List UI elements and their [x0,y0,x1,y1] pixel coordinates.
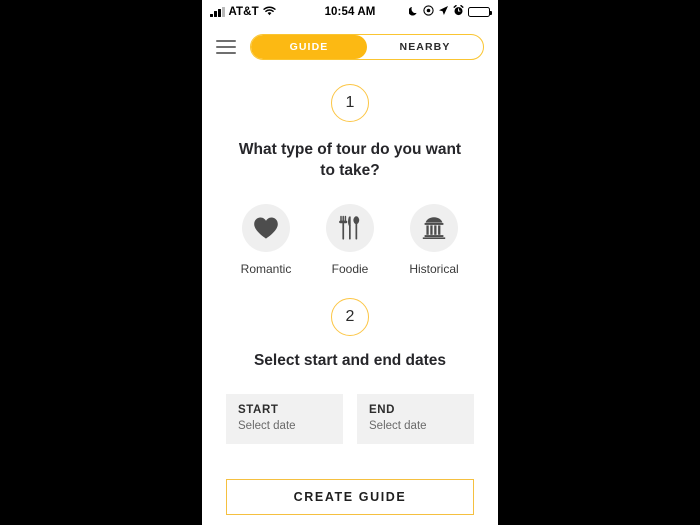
status-bar-left: AT&T [210,6,325,19]
tour-type-label: Romantic [240,261,292,276]
rotation-lock-icon [423,5,434,19]
cutlery-icon [326,203,374,252]
tour-type-historical[interactable]: Historical [396,203,472,276]
tour-type-options: Romantic Foodie Historical [222,203,478,276]
tour-type-foodie[interactable]: Foodie [312,203,388,276]
phone-screen: AT&T 10:54 AM GUIDE NEARBY 1 What type o… [202,0,498,525]
view-mode-segmented-control: GUIDE NEARBY [250,34,484,60]
start-date-value: Select date [238,419,296,432]
heart-icon [242,203,290,252]
screenshot-stage: AT&T 10:54 AM GUIDE NEARBY 1 What type o… [0,0,700,525]
signal-bars-icon [210,6,225,17]
start-date-label: START [238,403,279,416]
classical-building-icon [410,203,458,252]
step-two-heading: Select start and end dates [253,351,447,369]
ios-status-bar: AT&T 10:54 AM [202,0,498,24]
wifi-icon [263,6,276,19]
step-badge-1: 1 [331,84,369,122]
create-guide-button[interactable]: CREATE GUIDE [226,479,474,515]
main-content: 1 What type of tour do you want to take?… [202,70,498,525]
tab-guide[interactable]: GUIDE [251,35,367,59]
end-date-value: Select date [369,419,427,432]
tour-type-label: Historical [409,261,459,276]
tab-nearby[interactable]: NEARBY [367,35,483,59]
alarm-clock-icon [453,4,464,19]
end-date-label: END [369,403,396,416]
hamburger-menu-icon[interactable] [216,40,236,54]
date-range-inputs: START Select date END Select date [222,393,478,444]
tour-type-romantic[interactable]: Romantic [228,203,304,276]
status-bar-right [375,4,492,19]
top-navigation-bar: GUIDE NEARBY [202,24,498,70]
moon-icon [408,6,419,19]
end-date-field[interactable]: END Select date [357,393,474,444]
location-arrow-icon [438,5,449,19]
step-one-question: What type of tour do you want to take? [238,141,462,179]
carrier-label: AT&T [228,6,259,18]
status-bar-clock: 10:54 AM [324,6,376,18]
start-date-field[interactable]: START Select date [226,393,343,444]
cta-container: CREATE GUIDE [222,479,478,525]
tour-type-label: Foodie [331,261,369,276]
battery-icon [468,6,492,18]
step-badge-2: 2 [331,297,369,336]
